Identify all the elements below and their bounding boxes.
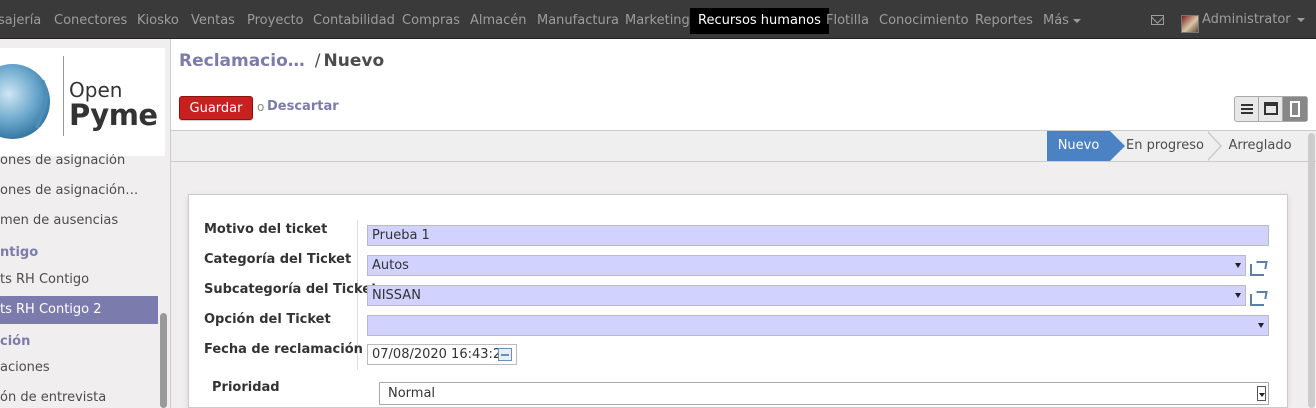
main-scrollbar[interactable] — [1308, 133, 1315, 408]
categoria-field[interactable]: Autos — [367, 255, 1246, 276]
sidebar-scrollbar[interactable] — [160, 313, 167, 408]
subcategoria-field[interactable]: NISSAN — [367, 285, 1246, 306]
menu-item-mas-label: Más — [1043, 13, 1069, 28]
calendar-view-button[interactable] — [1259, 97, 1283, 121]
stage-arreglado[interactable]: Arreglado — [1225, 131, 1295, 161]
breadcrumb-parent-link[interactable]: Reclamacio… — [179, 51, 305, 71]
menu-item-flotilla[interactable]: Flotilla — [826, 8, 869, 34]
or-text: o — [257, 100, 265, 114]
menu-item-conocimiento[interactable]: Conocimiento — [879, 8, 969, 34]
chevron-down-icon — [1257, 386, 1266, 401]
categoria-value: Autos — [372, 258, 409, 273]
menu-item-marketing[interactable]: Marketing — [625, 8, 690, 34]
prioridad-select[interactable]: Normal — [379, 382, 1269, 405]
calendar-picker-icon[interactable] — [498, 348, 512, 361]
menu-item-conectores[interactable]: Conectores — [54, 8, 127, 34]
mail-icon[interactable] — [1151, 15, 1164, 25]
list-view-button[interactable] — [1235, 97, 1259, 121]
form-view-icon — [1290, 101, 1300, 117]
sidebar-item-resumen-ausencias[interactable]: men de ausencias — [0, 211, 118, 231]
stage-nuevo[interactable]: Nuevo — [1047, 131, 1125, 161]
external-link-icon[interactable] — [1250, 261, 1266, 276]
status-bar: Nuevo En progreso Arreglado — [171, 130, 1316, 162]
breadcrumb-current: Nuevo — [323, 51, 385, 71]
prioridad-value: Normal — [388, 386, 436, 401]
chevron-down-icon — [1258, 323, 1264, 328]
openpyme-logo[interactable]: Open Pyme — [0, 48, 165, 156]
prioridad-label: Prioridad — [212, 380, 280, 395]
categoria-label: Categoría del Ticket — [204, 252, 352, 267]
list-view-icon — [1241, 104, 1253, 114]
form-view-button[interactable] — [1283, 97, 1307, 121]
opcion-field[interactable] — [367, 315, 1269, 336]
discard-button[interactable]: Descartar — [267, 99, 339, 114]
logo-divider — [63, 56, 64, 136]
sidebar-item-asignaciones-1[interactable]: ones de asignación — [0, 154, 125, 168]
sidebar-item-tickets-rh-contigo[interactable]: ts RH Contigo — [0, 270, 89, 290]
menu-item-mas[interactable]: Más — [1043, 8, 1081, 34]
external-link-icon[interactable] — [1250, 291, 1266, 306]
opcion-label: Opción del Ticket — [204, 312, 331, 327]
user-name-label: Administrator — [1202, 12, 1291, 27]
sidebar-header-contigo: ntigo — [0, 245, 39, 260]
chevron-down-icon — [1235, 293, 1241, 298]
fecha-value: 07/08/2020 16:43:28 — [372, 347, 510, 362]
stage-separator — [1207, 131, 1222, 161]
chevron-down-icon — [1235, 263, 1241, 268]
menu-item-contabilidad[interactable]: Contabilidad — [313, 8, 395, 34]
stage-en-progreso[interactable]: En progreso — [1121, 131, 1209, 161]
menu-item-proyecto[interactable]: Proyecto — [247, 8, 304, 34]
menu-item-kiosko[interactable]: Kiosko — [137, 8, 179, 34]
save-button[interactable]: Guardar — [179, 96, 253, 120]
fecha-label: Fecha de reclamación — [204, 342, 363, 357]
motivo-field[interactable]: Prueba 1 — [367, 225, 1269, 246]
chevron-down-icon — [1296, 17, 1305, 22]
calendar-view-icon — [1264, 102, 1278, 115]
logo-text-pyme: Pyme — [69, 98, 158, 132]
menu-item-ventas[interactable]: Ventas — [191, 8, 235, 34]
fecha-field[interactable]: 07/08/2020 16:43:28 — [367, 344, 517, 365]
menu-item-mensajeria[interactable]: sajería — [0, 8, 41, 34]
breadcrumb-separator: / — [314, 51, 321, 71]
menu-item-almacen[interactable]: Almacén — [470, 8, 527, 34]
menu-item-manufactura[interactable]: Manufactura — [537, 8, 619, 34]
sidebar-item-asignaciones-2[interactable]: ones de asignación… — [0, 181, 138, 201]
menu-item-recursos-humanos[interactable]: Recursos humanos — [690, 8, 829, 34]
top-navbar: sajería Conectores Kiosko Ventas Proyect… — [0, 0, 1316, 39]
breadcrumb: Reclamacio… / Nuevo — [179, 51, 384, 71]
subcategoria-value: NISSAN — [372, 288, 421, 303]
sidebar-item-tickets-rh-contigo-2[interactable]: ts RH Contigo 2 — [0, 296, 158, 324]
chevron-down-icon — [1072, 18, 1081, 23]
sidebar-item-aplicaciones[interactable]: aciones — [0, 358, 50, 378]
user-menu[interactable]: Administrator — [1202, 12, 1305, 27]
view-switcher — [1234, 96, 1308, 122]
sidebar-item-evaluacion-entrevista[interactable]: ón de entrevista — [0, 388, 106, 408]
motivo-label: Motivo del ticket — [204, 222, 328, 237]
menu-item-reportes[interactable]: Reportes — [975, 8, 1033, 34]
menu-item-compras[interactable]: Compras — [402, 8, 460, 34]
sidebar-header-reclutamiento: ción — [0, 334, 31, 349]
avatar[interactable] — [1181, 15, 1199, 33]
motivo-value: Prueba 1 — [372, 228, 430, 243]
subcategoria-label: Subcategoría del Ticket — [204, 282, 378, 297]
